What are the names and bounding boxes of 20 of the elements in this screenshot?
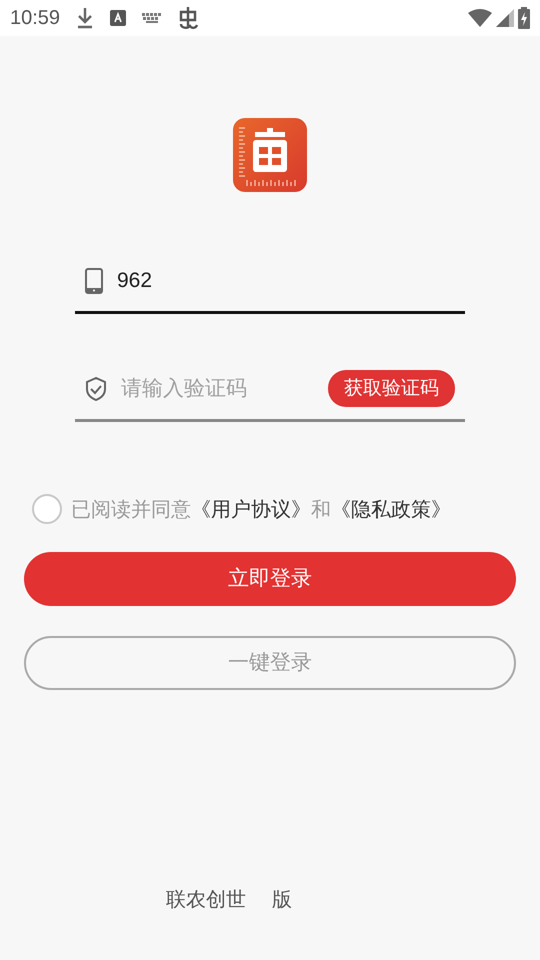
policy-link[interactable]: 《用户协议》: [191, 497, 311, 521]
get-code-button[interactable]: 获取验证码: [328, 370, 455, 407]
battery-icon: [518, 7, 530, 29]
signal-icon: [496, 9, 514, 27]
footer-text: 联农创世: [166, 886, 246, 913]
policy-link[interactable]: 《隐私政策》: [331, 497, 451, 521]
phone-field[interactable]: 962: [117, 264, 455, 296]
footer-text: 版: [272, 886, 292, 913]
wifi-icon: [468, 9, 492, 27]
keyboard-icon: [142, 13, 162, 23]
app-logo-icon: [233, 118, 307, 192]
phone-icon: [85, 268, 103, 294]
shield-check-icon: [85, 376, 107, 402]
agreement-checkbox[interactable]: [32, 494, 62, 524]
keyboard-letter-icon: [110, 10, 126, 26]
download-icon: [76, 7, 94, 29]
code-field[interactable]: 请输入验证码: [121, 372, 314, 404]
agreement-text: 已阅读并同意《用户协议》和《隐私政策》: [71, 496, 451, 523]
login-button[interactable]: 立即登录: [24, 552, 516, 606]
status-time: 10:59: [10, 6, 60, 31]
